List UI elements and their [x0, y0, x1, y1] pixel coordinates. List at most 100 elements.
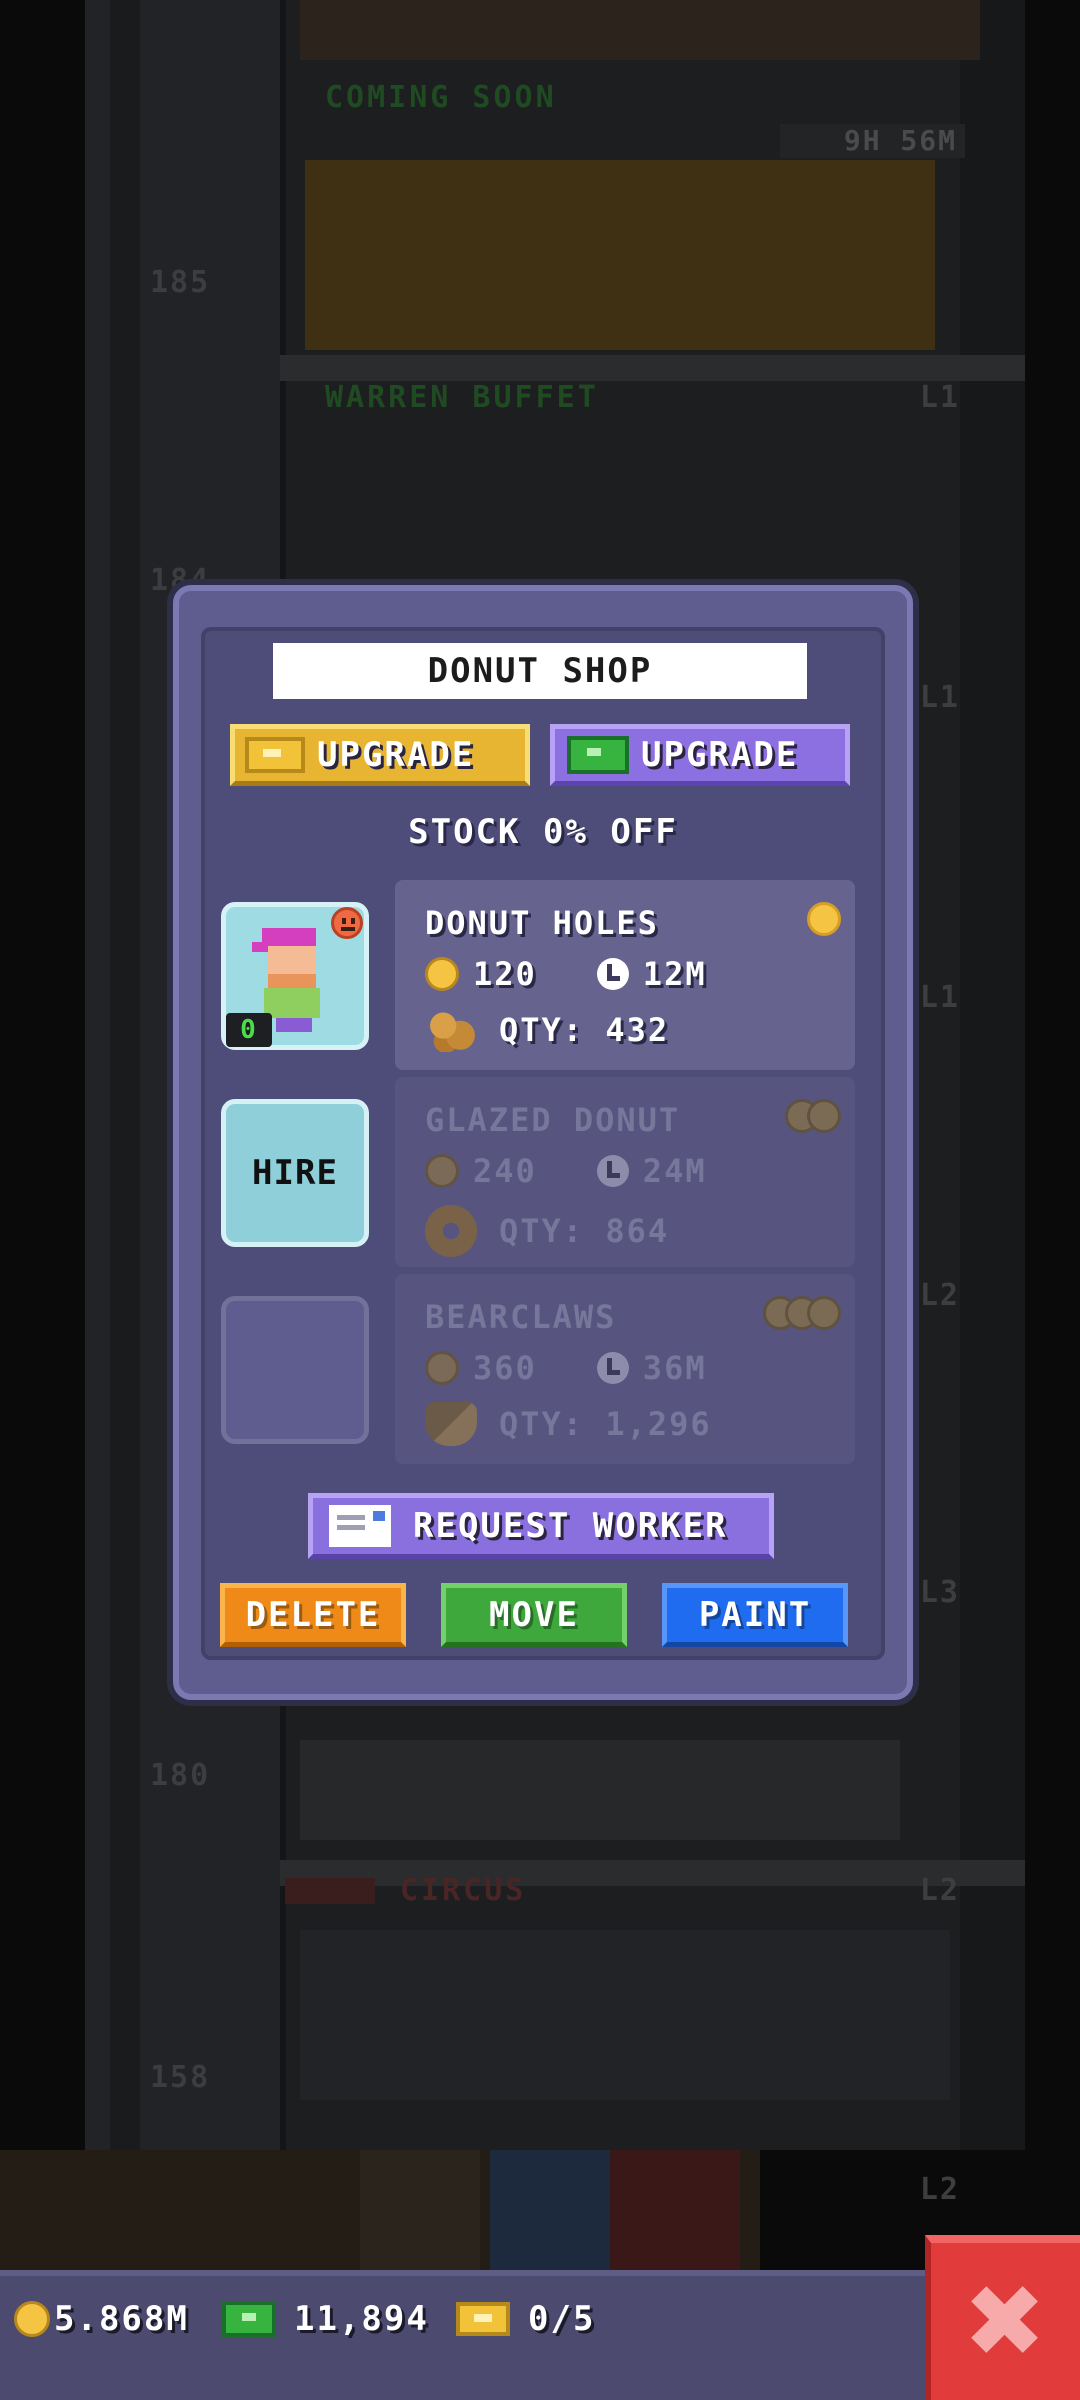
avatar-body: [264, 988, 320, 1018]
dialog-title: DONUT SHOP: [273, 643, 807, 699]
product-cost: 240: [473, 1152, 537, 1190]
floor-number: 158: [150, 2060, 211, 2095]
bux-icon: [567, 736, 629, 774]
move-button[interactable]: MOVE: [441, 1583, 627, 1647]
product-time: 36M: [642, 1349, 707, 1387]
hire-button[interactable]: HIRE: [221, 1099, 369, 1247]
product-cost: 360: [473, 1349, 537, 1387]
upgrade-label: UPGRADE: [317, 735, 475, 775]
product-time: 24M: [642, 1152, 707, 1190]
product-quantity: QTY: 864: [425, 1205, 669, 1257]
toolbar-slot[interactable]: [360, 2150, 480, 2270]
envelope-icon: [329, 1505, 391, 1547]
coins-value: 5.868M: [54, 2299, 189, 2339]
bearclaw-icon: [425, 1402, 477, 1446]
coin-icon: [425, 1154, 459, 1188]
hire-label: HIRE: [252, 1153, 338, 1193]
sad-eye: [351, 918, 355, 924]
product-qty: QTY: 864: [499, 1212, 670, 1250]
product-cost-time: 360 36M: [425, 1349, 707, 1387]
clock-icon: [596, 1155, 629, 1187]
golden-ticket-icon: [456, 2302, 510, 2336]
product-cost-time: 240 24M: [425, 1152, 707, 1190]
elevator-cable: [110, 0, 140, 2150]
unhappy-face-icon: [331, 907, 363, 939]
worker-slot-empty: [221, 1296, 369, 1444]
floor-name: WARREN BUFFET: [325, 380, 599, 415]
paint-button[interactable]: PAINT: [662, 1583, 848, 1647]
floor-level: L2: [919, 1278, 960, 1313]
product-cost-time: 120 12M: [425, 955, 707, 993]
tickets-display: 0/5: [456, 2296, 595, 2342]
stock-discount-text: STOCK 0% OFF: [408, 812, 678, 852]
coming-soon-label: COMING SOON: [325, 80, 557, 115]
clock-icon: [596, 1352, 629, 1384]
product-quantity: QTY: 432: [425, 1008, 669, 1052]
product-tier-icon: [785, 1099, 841, 1133]
request-worker-label: REQUEST WORKER: [413, 1506, 728, 1546]
upgrade-label: UPGRADE: [641, 735, 799, 775]
floor-level: L1: [919, 380, 960, 415]
sad-eye: [342, 918, 346, 924]
coin-icon: [425, 957, 459, 991]
move-label: MOVE: [489, 1595, 579, 1635]
product-time: 12M: [642, 955, 707, 993]
floor-name: CIRCUS: [400, 1873, 527, 1908]
construction-timer: 9H 56M: [780, 124, 965, 158]
product-qty: QTY: 1,296: [499, 1405, 712, 1443]
bux-display: 11,894: [222, 2296, 429, 2342]
toolbar-pick-button[interactable]: [490, 2150, 610, 2270]
floor-number: 180: [150, 1758, 211, 1793]
close-x-icon: ✖: [962, 2262, 1049, 2380]
floor-room-decor: [300, 1740, 900, 1840]
floor-number: 185: [150, 265, 211, 300]
floor-separator: [280, 1860, 1025, 1886]
coins-display: 5.868M: [14, 2296, 189, 2342]
request-worker-button[interactable]: REQUEST WORKER: [308, 1493, 774, 1559]
tier-coin-icon: [807, 1296, 841, 1330]
tier-coin-icon: [807, 902, 841, 936]
delete-button[interactable]: DELETE: [220, 1583, 406, 1647]
product-row-bearclaws[interactable]: BEARCLAWS 360 36M QTY: 1,296: [395, 1274, 855, 1464]
floor-level: L1: [919, 980, 960, 1015]
product-name: BEARCLAWS: [425, 1298, 617, 1336]
product-row-donut-holes[interactable]: DONUT HOLES 120 12M QTY: 432: [395, 880, 855, 1070]
floor-roof-decor: [300, 0, 980, 60]
close-button[interactable]: ✖: [925, 2235, 1080, 2400]
product-tier-icon: [807, 902, 841, 936]
stars-decor: [285, 1878, 375, 1904]
avatar-beard: [268, 974, 316, 988]
glazed-donut-icon: [425, 1205, 477, 1257]
sad-mouth: [341, 927, 355, 931]
tower-right-wall: [960, 0, 1025, 2150]
golden-ticket-icon: [245, 737, 305, 773]
tier-coin-icon: [807, 1099, 841, 1133]
tickets-value: 0/5: [528, 2299, 596, 2339]
product-tier-icon: [763, 1296, 841, 1330]
product-cost: 120: [473, 955, 537, 993]
donut-holes-icon: [425, 1008, 477, 1052]
upgrade-with-ticket-button[interactable]: UPGRADE: [230, 724, 530, 786]
coin-icon: [14, 2301, 50, 2337]
floor-level: L2: [919, 1873, 960, 1908]
product-qty: QTY: 432: [499, 1011, 670, 1049]
construction-floor: [305, 160, 935, 350]
coin-icon: [425, 1351, 459, 1385]
paint-label: PAINT: [698, 1595, 812, 1635]
product-row-glazed-donut[interactable]: GLAZED DONUT 240 24M QTY: 864: [395, 1077, 855, 1267]
product-name: GLAZED DONUT: [425, 1101, 681, 1139]
product-quantity: QTY: 1,296: [425, 1402, 712, 1446]
floor-level: L1: [919, 680, 960, 715]
bux-value: 11,894: [294, 2299, 429, 2339]
upgrade-with-bux-button[interactable]: UPGRADE: [550, 724, 850, 786]
circus-room-decor: [300, 1930, 950, 2100]
delete-label: DELETE: [245, 1595, 381, 1635]
avatar-legs: [276, 1018, 312, 1032]
floor-level: L3: [919, 1575, 960, 1610]
clock-icon: [596, 958, 629, 990]
toolbar-elevator-button[interactable]: [610, 2150, 740, 2270]
floor-level: L2: [919, 2172, 960, 2207]
bux-icon: [222, 2301, 276, 2337]
dialog-title-text: DONUT SHOP: [427, 651, 653, 691]
floor-separator: [280, 355, 1025, 381]
